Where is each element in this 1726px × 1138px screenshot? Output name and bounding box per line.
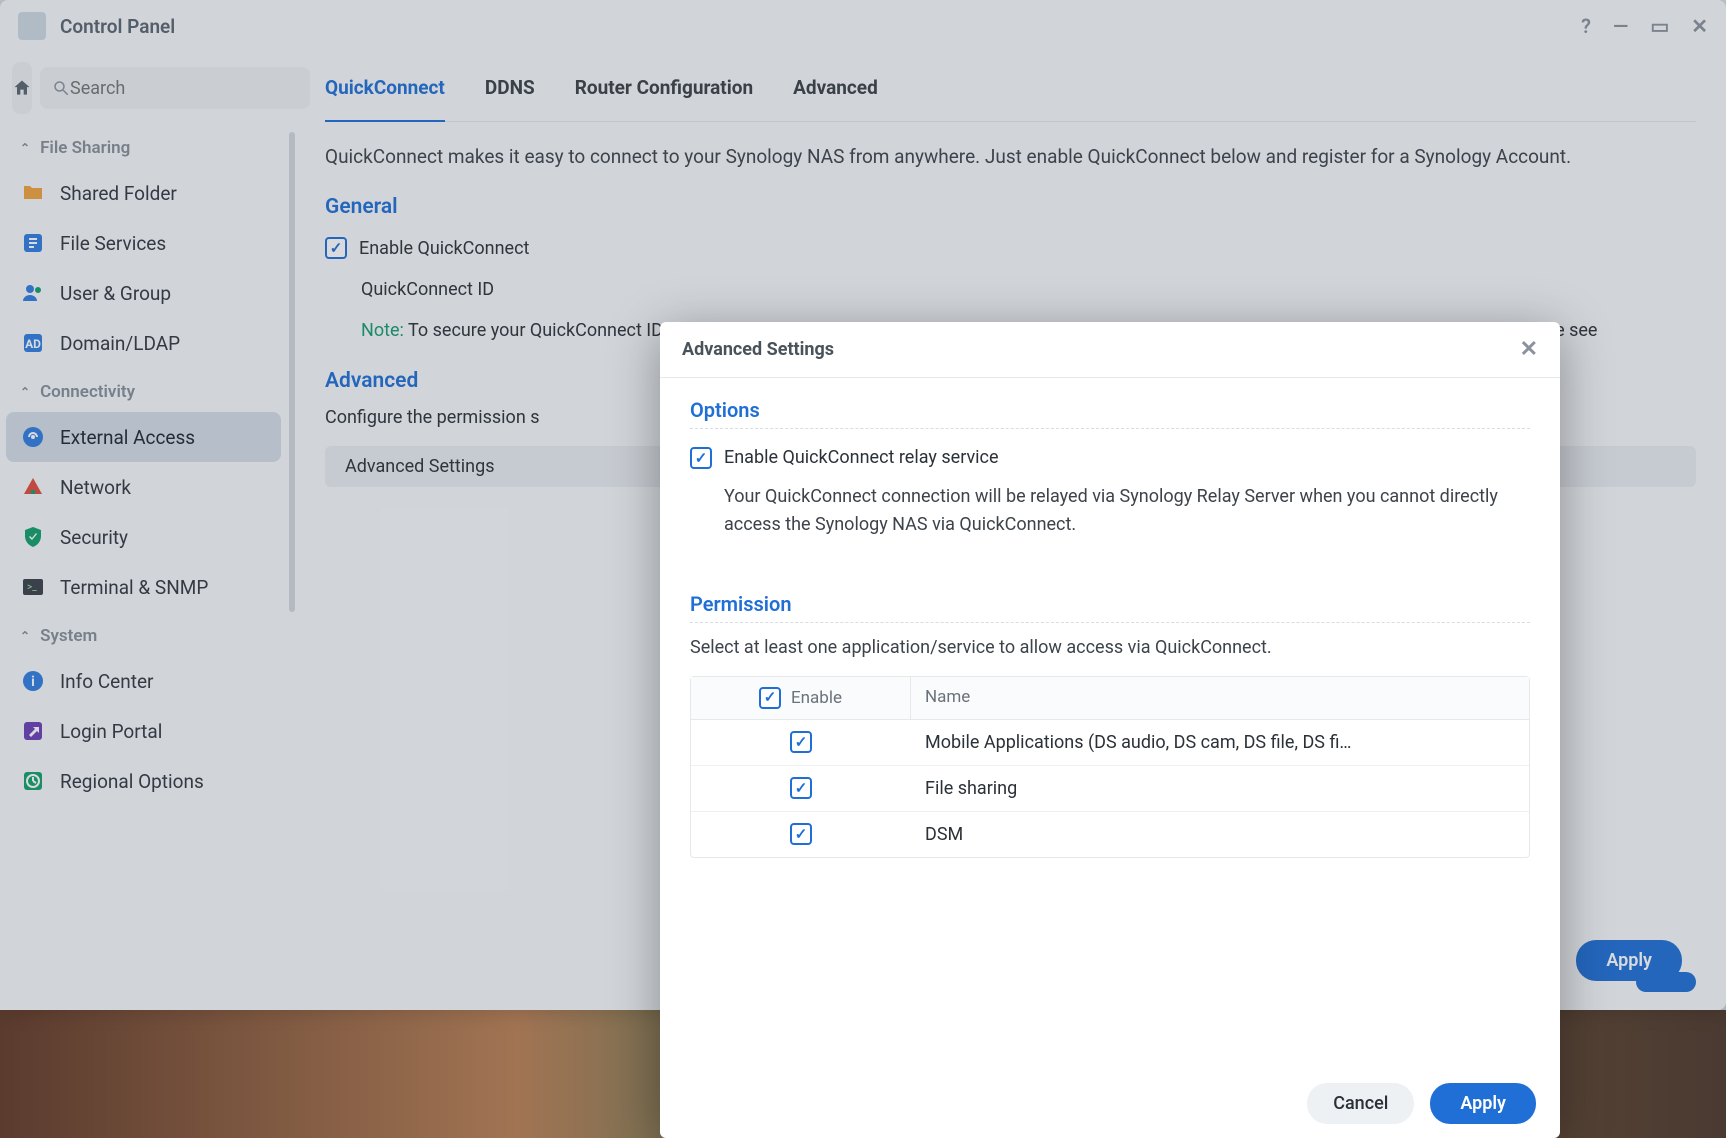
enable-relay-checkbox[interactable]: ✓ (690, 447, 712, 469)
table-header: ✓ Enable Name (691, 677, 1529, 720)
advanced-settings-dialog: Advanced Settings ✕ Options ✓ Enable Qui… (660, 322, 1560, 1138)
dialog-footer: Cancel Apply (660, 1068, 1560, 1138)
enable-relay-label: Enable QuickConnect relay service (724, 447, 999, 468)
enable-all-checkbox[interactable]: ✓ (759, 687, 781, 709)
options-section-title: Options (690, 398, 1530, 429)
dialog-close-icon[interactable]: ✕ (1520, 337, 1538, 362)
row-name: DSM (911, 812, 1529, 857)
row-enable-checkbox[interactable]: ✓ (790, 731, 812, 753)
row-enable-checkbox[interactable]: ✓ (790, 777, 812, 799)
relay-description: Your QuickConnect connection will be rel… (724, 483, 1530, 539)
row-name: File sharing (911, 766, 1529, 811)
table-row: ✓ DSM (691, 812, 1529, 857)
permission-section-title: Permission (690, 592, 1530, 623)
col-name-label: Name (911, 677, 1529, 719)
permission-description: Select at least one application/service … (690, 637, 1530, 658)
table-row: ✓ Mobile Applications (DS audio, DS cam,… (691, 720, 1529, 766)
dialog-title: Advanced Settings (682, 339, 834, 360)
dialog-header: Advanced Settings ✕ (660, 322, 1560, 378)
row-name: Mobile Applications (DS audio, DS cam, D… (911, 720, 1529, 765)
dialog-apply-button[interactable]: Apply (1430, 1083, 1536, 1124)
col-enable-label: Enable (791, 688, 842, 708)
permission-table: ✓ Enable Name ✓ Mobile Applications (DS … (690, 676, 1530, 858)
cancel-button[interactable]: Cancel (1307, 1083, 1414, 1124)
table-row: ✓ File sharing (691, 766, 1529, 812)
row-enable-checkbox[interactable]: ✓ (790, 823, 812, 845)
